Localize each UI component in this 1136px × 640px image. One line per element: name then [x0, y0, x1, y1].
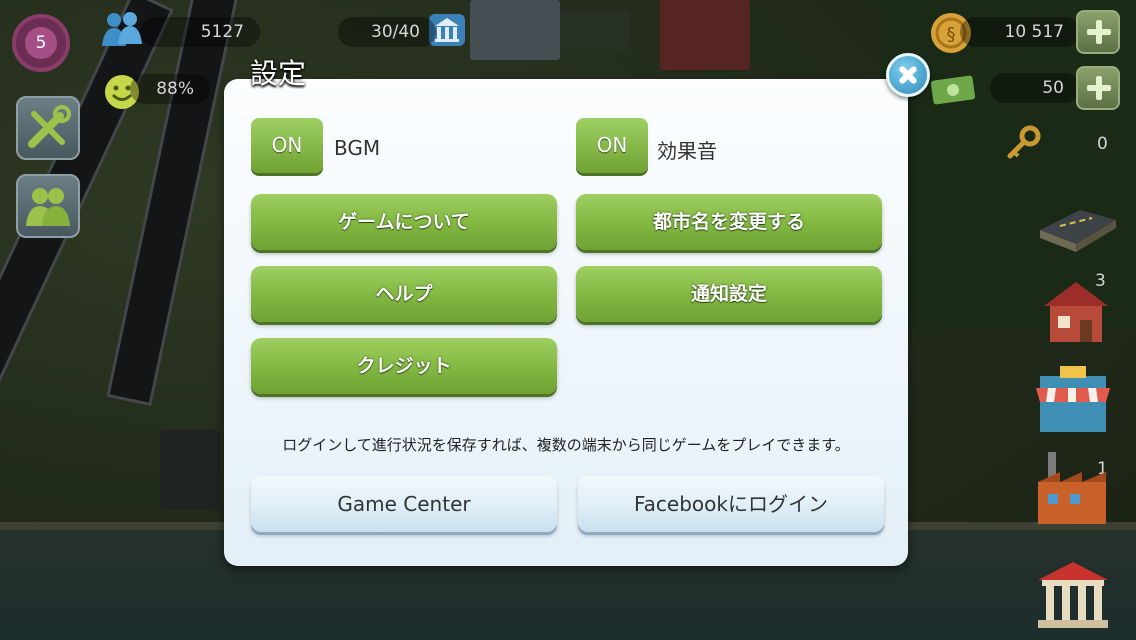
simoleons-counter: 10 517: [960, 17, 1080, 47]
help-button[interactable]: ヘルプ: [251, 266, 557, 322]
bgm-toggle[interactable]: ON: [251, 118, 323, 173]
city-hall-icon: [1038, 562, 1108, 628]
sfx-label: 効果音: [657, 139, 717, 163]
banknote-icon: [928, 72, 978, 112]
keys-counter: 0: [1097, 134, 1108, 154]
credits-button[interactable]: クレジット: [251, 338, 557, 394]
happiness-counter: 88%: [130, 74, 210, 104]
residential-button[interactable]: [1036, 276, 1116, 354]
population-counter: 5127: [140, 17, 260, 47]
login-info-text: ログインして進行状況を保存すれば、複数の端末から同じゲームをプレイできます。: [282, 436, 850, 454]
sfx-toggle[interactable]: ON: [576, 118, 648, 173]
simcash-counter: 50: [990, 73, 1080, 103]
level-badge[interactable]: 5: [12, 14, 70, 72]
svg-text:§: §: [947, 24, 956, 45]
social-friends-icon: [26, 188, 70, 226]
rename-city-button[interactable]: 都市名を変更する: [576, 194, 882, 250]
road-button[interactable]: [1036, 196, 1120, 260]
build-tools-icon: [28, 105, 71, 148]
house-icon: [1044, 282, 1108, 342]
shop-icon: [1036, 366, 1110, 432]
bgm-label: BGM: [334, 136, 381, 160]
notification-settings-button[interactable]: 通知設定: [576, 266, 882, 322]
industrial-button[interactable]: [1030, 448, 1114, 536]
social-friends-button[interactable]: [16, 174, 80, 238]
road-icon: [1040, 210, 1116, 252]
build-tools-button[interactable]: [16, 96, 80, 160]
workers-counter: 30/40: [338, 17, 436, 47]
game-center-button[interactable]: Game Center: [251, 476, 557, 532]
city-hall-button[interactable]: [1030, 556, 1116, 640]
close-button[interactable]: [886, 53, 930, 97]
commercial-button[interactable]: [1030, 358, 1116, 446]
key-icon: [1004, 124, 1044, 168]
facebook-login-button[interactable]: Facebookにログイン: [578, 476, 884, 532]
about-game-button[interactable]: ゲームについて: [251, 194, 557, 250]
level-number: 5: [25, 27, 57, 59]
add-simoleons-button[interactable]: [1076, 10, 1120, 54]
dialog-title: 設定: [250, 57, 307, 90]
add-simcash-button[interactable]: [1076, 66, 1120, 110]
factory-icon: [1038, 452, 1106, 524]
